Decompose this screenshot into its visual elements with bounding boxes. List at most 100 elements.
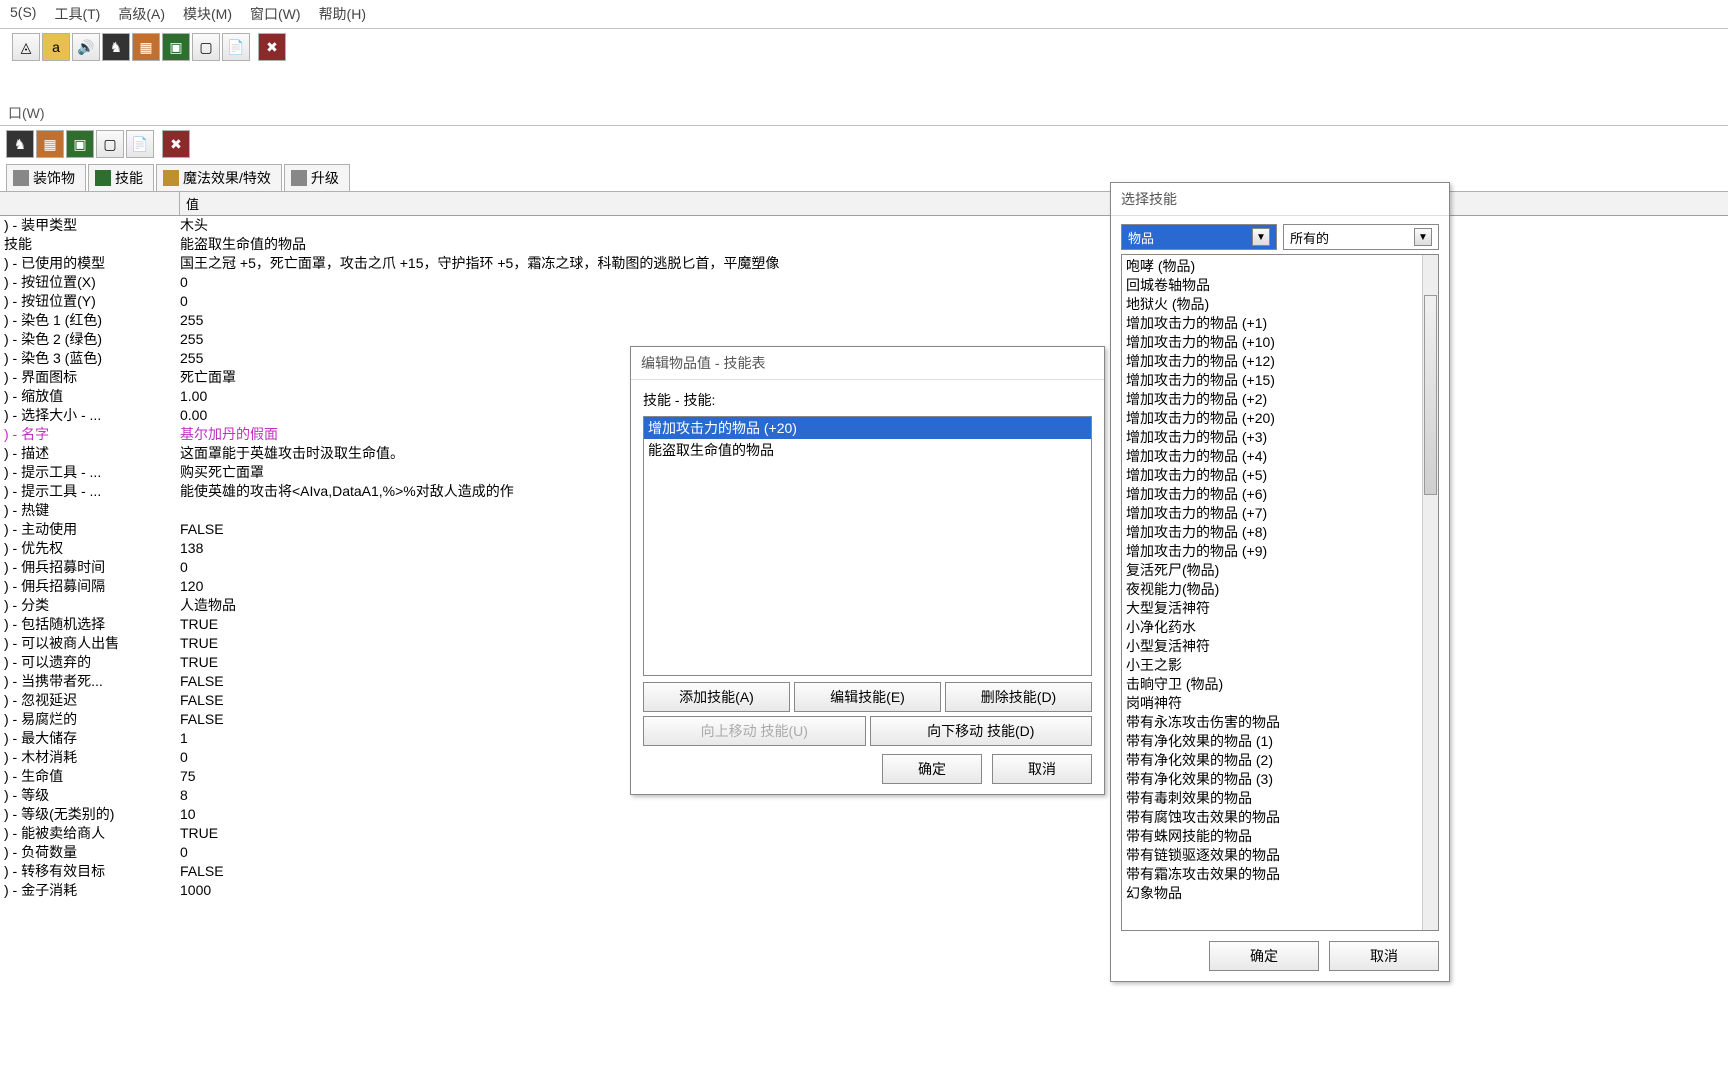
tab-label: 升级	[311, 168, 339, 188]
property-key: ) - 木材消耗	[4, 748, 180, 767]
skill-list-item[interactable]: 回城卷轴物品	[1126, 276, 1434, 295]
skill-list-item[interactable]: 带有净化效果的物品 (3)	[1126, 770, 1434, 789]
skill-list-item[interactable]: 增加攻击力的物品 (+5)	[1126, 466, 1434, 485]
skill-list-item[interactable]: 增加攻击力的物品 (+8)	[1126, 523, 1434, 542]
toolbar2-btn-3[interactable]: ▣	[66, 130, 94, 158]
scrollbar[interactable]	[1422, 255, 1438, 930]
scrollbar-thumb[interactable]	[1424, 295, 1437, 495]
skill-list-item[interactable]: 增加攻击力的物品 (+2)	[1126, 390, 1434, 409]
menu-item[interactable]: 5(S)	[10, 4, 36, 24]
property-key: ) - 热键	[4, 501, 180, 520]
edit-skill-button[interactable]: 编辑技能(E)	[794, 682, 941, 712]
property-grid-header: 值	[0, 192, 1728, 216]
property-key: ) - 可以被商人出售	[4, 634, 180, 653]
header-name	[0, 192, 180, 215]
property-key: 技能	[4, 235, 180, 254]
skill-list-item[interactable]: 带有腐蚀攻击效果的物品	[1126, 808, 1434, 827]
skill-list-item[interactable]: 夜视能力(物品)	[1126, 580, 1434, 599]
toolbar-btn-2[interactable]: a	[42, 33, 70, 61]
property-row[interactable]: ) - 负荷数量0	[4, 843, 1728, 862]
skill-list-item[interactable]: 复活死尸(物品)	[1126, 561, 1434, 580]
toolbar2-btn-4[interactable]: ▢	[96, 130, 124, 158]
menu-item[interactable]: 高级(A)	[118, 4, 165, 24]
edit-list-item[interactable]: 增加攻击力的物品 (+20)	[644, 417, 1091, 439]
skill-list-item[interactable]: 增加攻击力的物品 (+12)	[1126, 352, 1434, 371]
skill-list-item[interactable]: 幻象物品	[1126, 884, 1434, 903]
category-tab[interactable]: 魔法效果/特效	[156, 164, 282, 191]
edit-dialog-listbox[interactable]: 增加攻击力的物品 (+20)能盗取生命值的物品	[643, 416, 1092, 676]
edit-list-item[interactable]: 能盗取生命值的物品	[644, 439, 1091, 461]
skill-list-item[interactable]: 增加攻击力的物品 (+1)	[1126, 314, 1434, 333]
main-menubar[interactable]: 5(S) 工具(T) 高级(A) 模块(M) 窗口(W) 帮助(H)	[0, 0, 1728, 28]
skill-listbox[interactable]: 咆哮 (物品)回城卷轴物品地狱火 (物品)增加攻击力的物品 (+1)增加攻击力的…	[1121, 254, 1439, 931]
move-down-button[interactable]: 向下移动 技能(D)	[870, 716, 1093, 746]
toolbar-btn-9[interactable]: ✖	[258, 33, 286, 61]
property-row[interactable]: 技能能盗取生命值的物品	[4, 235, 1728, 254]
skill-filter-category[interactable]: 物品 ▼	[1121, 224, 1277, 250]
skill-filter-scope[interactable]: 所有的 ▼	[1283, 224, 1439, 250]
toolbar-btn-1[interactable]: ◬	[12, 33, 40, 61]
toolbar-btn-6[interactable]: ▣	[162, 33, 190, 61]
property-row[interactable]: ) - 装甲类型木头	[4, 216, 1728, 235]
skill-list-item[interactable]: 小王之影	[1126, 656, 1434, 675]
category-tab[interactable]: 升级	[284, 164, 350, 191]
property-row[interactable]: ) - 金子消耗1000	[4, 881, 1728, 900]
toolbar-btn-5[interactable]: ▦	[132, 33, 160, 61]
menu-item[interactable]: 工具(T)	[54, 4, 100, 24]
toolbar2-btn-1[interactable]: ♞	[6, 130, 34, 158]
toolbar-btn-3[interactable]: 🔊	[72, 33, 100, 61]
property-row[interactable]: ) - 转移有效目标FALSE	[4, 862, 1728, 881]
skill-list-item[interactable]: 增加攻击力的物品 (+10)	[1126, 333, 1434, 352]
tab-icon	[13, 170, 29, 186]
skill-list-item[interactable]: 大型复活神符	[1126, 599, 1434, 618]
add-skill-button[interactable]: 添加技能(A)	[643, 682, 790, 712]
property-key: ) - 已使用的模型	[4, 254, 180, 273]
edit-ok-button[interactable]: 确定	[882, 754, 982, 784]
skill-list-item[interactable]: 带有霜冻攻击效果的物品	[1126, 865, 1434, 884]
skill-list-item[interactable]: 带有净化效果的物品 (2)	[1126, 751, 1434, 770]
property-row[interactable]: ) - 按钮位置(Y)0	[4, 292, 1728, 311]
property-row[interactable]: ) - 能被卖给商人TRUE	[4, 824, 1728, 843]
skill-list-item[interactable]: 增加攻击力的物品 (+6)	[1126, 485, 1434, 504]
menu-item[interactable]: 帮助(H)	[319, 4, 366, 24]
skill-list-item[interactable]: 增加攻击力的物品 (+4)	[1126, 447, 1434, 466]
skill-list-item[interactable]: 增加攻击力的物品 (+3)	[1126, 428, 1434, 447]
menu-item[interactable]: 窗口(W)	[250, 4, 301, 24]
skill-list-item[interactable]: 带有永冻攻击伤害的物品	[1126, 713, 1434, 732]
skill-list-item[interactable]: 地狱火 (物品)	[1126, 295, 1434, 314]
property-value: 木头	[180, 216, 1728, 235]
skill-list-item[interactable]: 岗哨神符	[1126, 694, 1434, 713]
skill-list-item[interactable]: 增加攻击力的物品 (+9)	[1126, 542, 1434, 561]
skill-list-item[interactable]: 击晌守卫 (物品)	[1126, 675, 1434, 694]
toolbar2-btn-2[interactable]: ▦	[36, 130, 64, 158]
property-row[interactable]: ) - 已使用的模型国王之冠 +5，死亡面罩，攻击之爪 +15，守护指环 +5，…	[4, 254, 1728, 273]
toolbar2-btn-6[interactable]: ✖	[162, 130, 190, 158]
toolbar-btn-8[interactable]: 📄	[222, 33, 250, 61]
skill-list-item[interactable]: 小型复活神符	[1126, 637, 1434, 656]
skill-list-item[interactable]: 带有蛛网技能的物品	[1126, 827, 1434, 846]
category-tab[interactable]: 技能	[88, 164, 154, 191]
skill-list-item[interactable]: 咆哮 (物品)	[1126, 257, 1434, 276]
skill-list-item[interactable]: 增加攻击力的物品 (+7)	[1126, 504, 1434, 523]
property-key: ) - 染色 2 (绿色)	[4, 330, 180, 349]
skill-cancel-button[interactable]: 取消	[1329, 941, 1439, 971]
toolbar2-btn-5[interactable]: 📄	[126, 130, 154, 158]
skill-ok-button[interactable]: 确定	[1209, 941, 1319, 971]
menu-item[interactable]: 模块(M)	[183, 4, 232, 24]
toolbar-btn-4[interactable]: ♞	[102, 33, 130, 61]
delete-skill-button[interactable]: 删除技能(D)	[945, 682, 1092, 712]
skill-list-item[interactable]: 增加攻击力的物品 (+20)	[1126, 409, 1434, 428]
category-tab[interactable]: 装饰物	[6, 164, 86, 191]
property-row[interactable]: ) - 按钮位置(X)0	[4, 273, 1728, 292]
property-row[interactable]: ) - 染色 1 (红色)255	[4, 311, 1728, 330]
move-up-button[interactable]: 向上移动 技能(U)	[643, 716, 866, 746]
skill-list-item[interactable]: 带有毒刺效果的物品	[1126, 789, 1434, 808]
toolbar-btn-7[interactable]: ▢	[192, 33, 220, 61]
skill-list-item[interactable]: 带有链锁驱逐效果的物品	[1126, 846, 1434, 865]
skill-list-item[interactable]: 增加攻击力的物品 (+15)	[1126, 371, 1434, 390]
skill-list-item[interactable]: 带有净化效果的物品 (1)	[1126, 732, 1434, 751]
skill-list-item[interactable]: 小净化药水	[1126, 618, 1434, 637]
property-key: ) - 提示工具 - ...	[4, 482, 180, 501]
edit-cancel-button[interactable]: 取消	[992, 754, 1092, 784]
property-row[interactable]: ) - 等级(无类别的)10	[4, 805, 1728, 824]
